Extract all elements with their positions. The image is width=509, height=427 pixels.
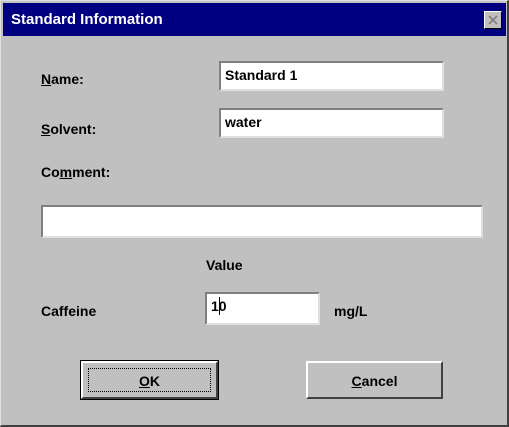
close-icon [488,15,498,25]
value-column-header: Value [206,257,243,273]
close-button[interactable] [484,11,502,29]
caffeine-unit-label: mg/L [334,303,368,319]
caffeine-label: Caffeine [41,303,97,319]
comment-field[interactable] [41,205,483,238]
standard-information-dialog: Standard Information Name: Standard 1 So… [0,0,509,427]
window-title: Standard Information [11,11,163,28]
name-label: Name: [41,71,84,87]
solvent-field[interactable]: water [219,108,444,138]
cancel-button[interactable]: Cancel [306,361,443,399]
caffeine-value-field[interactable]: 10 [205,292,320,325]
name-field-value: Standard 1 [225,67,298,83]
comment-label: Comment: [41,164,111,180]
text-cursor [219,297,220,315]
solvent-field-value: water [225,114,262,130]
ok-button[interactable]: OK [80,360,219,400]
cancel-button-label: Cancel [351,373,398,389]
solvent-label: Solvent: [41,121,97,137]
title-bar[interactable]: Standard Information [3,3,506,36]
ok-button-label: OK [138,373,160,389]
name-field[interactable]: Standard 1 [219,61,444,91]
